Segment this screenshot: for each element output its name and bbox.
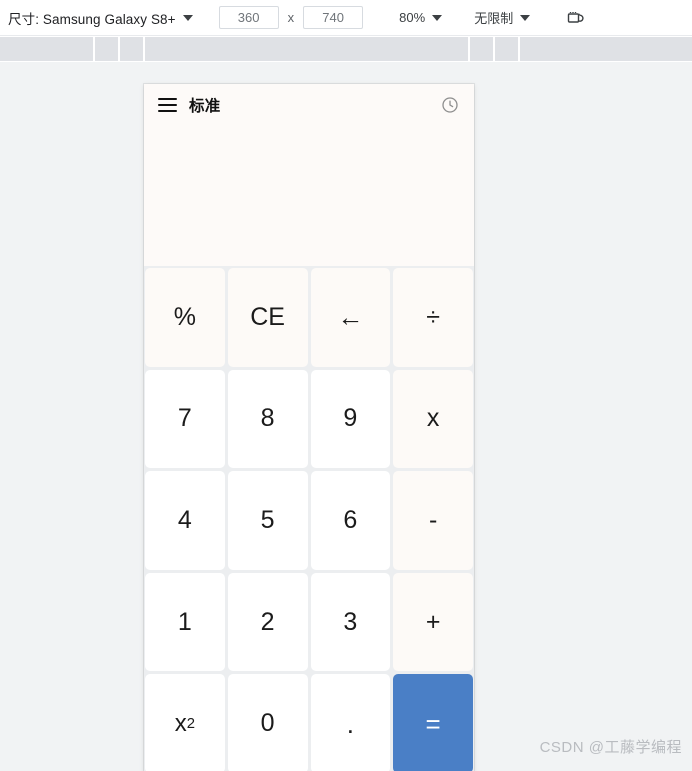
key-backspace[interactable]: ← [310,268,391,367]
chevron-down-icon [182,14,193,21]
rotate-device-icon [567,12,584,23]
throttling-label: 无限制 [474,11,514,26]
device-selector-label: 尺寸: Samsung Galaxy S8+ [8,11,176,27]
rotate-device-button[interactable] [564,7,586,29]
viewport-height-input[interactable] [303,6,364,29]
ruler-tick [143,37,145,61]
hamburger-bar [158,104,177,106]
key-2[interactable]: 2 [227,572,308,672]
key-7[interactable]: 7 [145,369,225,469]
key-square[interactable]: x2 [145,674,225,771]
dimension-separator: x [287,10,295,25]
key-0[interactable]: 0 [227,674,308,771]
hamburger-bar [158,98,177,100]
clock-history-icon [441,97,458,113]
ruler-tick [118,37,120,61]
ruler-tick [493,37,495,61]
clock-history-button[interactable] [440,96,459,115]
key-add[interactable]: + [393,572,473,672]
key-4[interactable]: 4 [145,471,225,570]
device-canvas: 标准 % CE ← ÷ 7 8 9 x 4 5 6 - 1 2 3 + x 2 … [0,62,692,771]
zoom-selector[interactable]: 80% [399,10,443,25]
throttling-selector[interactable]: 无限制 [474,8,531,27]
key-percent[interactable]: % [145,268,225,367]
ruler-tick [93,37,95,61]
key-3[interactable]: 3 [310,572,391,672]
viewport-ruler[interactable] [0,37,692,61]
key-1[interactable]: 1 [145,572,225,672]
key-8[interactable]: 8 [227,369,308,469]
key-5[interactable]: 5 [227,471,308,570]
ruler-tick [518,37,520,61]
device-selector[interactable]: 尺寸: Samsung Galaxy S8+ [8,8,193,28]
calculator-mode-title: 标准 [189,98,221,115]
viewport-width-input[interactable] [218,6,279,29]
calculator-header: 标准 [144,84,474,126]
key-subtract[interactable]: - [393,471,473,570]
calculator-keypad: % CE ← ÷ 7 8 9 x 4 5 6 - 1 2 3 + x2 0 . … [144,266,474,771]
hamburger-bar [158,110,177,112]
calculator-display [144,126,474,266]
key-decimal[interactable]: . [310,674,391,771]
hamburger-menu-icon[interactable] [158,98,177,112]
csdn-watermark: CSDN @工藤学编程 [539,739,682,756]
key-multiply[interactable]: x [393,369,473,469]
key-6[interactable]: 6 [310,471,391,570]
key-equals[interactable]: = [393,674,473,771]
ruler-tick [468,37,470,61]
chevron-down-icon [520,14,531,21]
key-clear-entry[interactable]: CE [227,268,308,367]
key-9[interactable]: 9 [310,369,391,469]
chevron-down-icon [432,14,443,21]
key-divide[interactable]: ÷ [393,268,473,367]
calculator-app: 标准 % CE ← ÷ 7 8 9 x 4 5 6 - 1 2 3 + x 2 … [144,84,474,771]
zoom-level-label: 80% [399,10,426,25]
device-toolbar: 尺寸: Samsung Galaxy S8+ x 80% 无限制 [0,0,692,36]
